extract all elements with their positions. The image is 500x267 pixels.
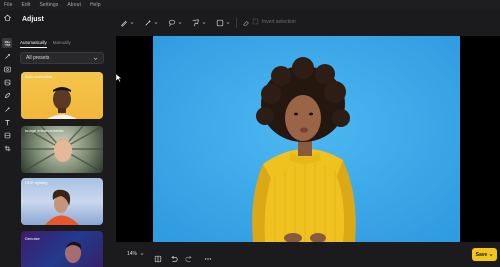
more-options-button[interactable] — [204, 250, 212, 260]
canvas-area[interactable] — [116, 36, 500, 242]
chevron-down-icon — [202, 22, 206, 25]
save-label: Save — [475, 251, 488, 258]
image-icon[interactable] — [2, 65, 12, 75]
redo-icon — [185, 255, 192, 262]
preset-card-label: Denoise — [25, 236, 40, 241]
invert-selection-button[interactable]: Invert selection — [252, 18, 296, 25]
undo-icon — [171, 255, 178, 262]
chevron-down-icon — [489, 253, 493, 256]
invert-selection-icon — [252, 18, 259, 25]
chevron-down-icon — [130, 22, 134, 25]
preset-card-auto-correction[interactable]: Auto correction — [21, 72, 103, 119]
preset-dropdown-value: All presets — [26, 55, 50, 61]
brush-icon — [121, 20, 127, 27]
chevron-down-icon — [93, 57, 98, 60]
magic-wand-icon — [145, 19, 152, 26]
photo-canvas[interactable] — [153, 36, 460, 242]
preset-card-label: HDR lighting — [25, 180, 48, 185]
toolbar-divider — [236, 18, 237, 28]
compare-icon — [154, 255, 162, 263]
tab-automatically[interactable]: Automatically — [20, 40, 47, 48]
menu-file[interactable]: File — [4, 2, 12, 8]
preset-card-image-enhancements[interactable]: Image enhancements — [21, 126, 103, 173]
zoom-control[interactable]: 14% — [119, 249, 149, 259]
preset-dropdown[interactable]: All presets — [20, 52, 104, 64]
child-portrait-image — [153, 36, 460, 242]
brush-tool[interactable] — [120, 18, 134, 28]
zoom-value: 14% — [127, 251, 138, 257]
preset-card-label: Image enhancements — [25, 128, 64, 133]
layers-icon[interactable] — [2, 131, 12, 141]
rectangle-select-icon — [216, 19, 224, 27]
home-icon[interactable] — [2, 12, 12, 22]
undo-button[interactable] — [170, 250, 178, 262]
menu-about[interactable]: About — [67, 2, 81, 8]
menu-help[interactable]: Help — [90, 2, 101, 8]
panel-title: Adjust — [22, 16, 44, 23]
preset-thumbnail — [47, 87, 77, 119]
eraser-tool[interactable] — [242, 18, 250, 28]
menu-bar: File Edit Settings About Help — [0, 0, 500, 10]
preset-thumbnail — [21, 126, 103, 173]
text-icon[interactable] — [2, 117, 12, 127]
mouse-cursor-icon — [116, 74, 122, 82]
tab-manually[interactable]: Manually — [53, 40, 71, 48]
retouch-icon[interactable] — [2, 91, 12, 101]
bottom-bar: 14% Save — [112, 242, 500, 267]
menu-settings[interactable]: Settings — [40, 2, 59, 8]
magic-wand-icon[interactable] — [2, 104, 12, 114]
polygon-select-tool[interactable] — [192, 18, 206, 28]
effects-icon[interactable] — [2, 78, 12, 88]
adjust-panel: Adjust Automatically Manually All preset… — [14, 10, 112, 267]
crop-icon[interactable] — [2, 144, 12, 154]
more-icon — [204, 258, 212, 260]
chevron-down-icon — [140, 253, 144, 256]
menu-edit[interactable]: Edit — [21, 2, 30, 8]
lasso-tool[interactable] — [168, 18, 182, 28]
chevron-down-icon — [178, 22, 182, 25]
save-button[interactable]: Save — [472, 248, 497, 261]
preset-card-hdr-lighting[interactable]: HDR lighting — [21, 178, 103, 225]
invert-selection-label: Invert selection — [262, 18, 296, 25]
top-toolbar: Invert selection — [112, 10, 500, 36]
panel-tabs: Automatically Manually — [20, 40, 77, 48]
lasso-icon — [168, 19, 176, 27]
left-rail — [0, 10, 14, 267]
magic-select-tool[interactable] — [144, 18, 158, 28]
compare-button[interactable] — [154, 250, 162, 263]
chevron-down-icon — [226, 22, 230, 25]
rectangle-select-tool[interactable] — [216, 18, 230, 28]
redo-button[interactable] — [185, 250, 193, 262]
preset-card-label: Auto correction — [25, 74, 52, 79]
polygon-select-icon — [192, 19, 199, 27]
eraser-icon — [243, 20, 249, 26]
preset-thumbnail — [45, 189, 79, 225]
preset-card-denoise[interactable]: Denoise — [21, 231, 103, 267]
adjust-icon[interactable] — [2, 38, 12, 49]
enhance-icon[interactable] — [2, 51, 12, 61]
chevron-down-icon — [154, 22, 158, 25]
